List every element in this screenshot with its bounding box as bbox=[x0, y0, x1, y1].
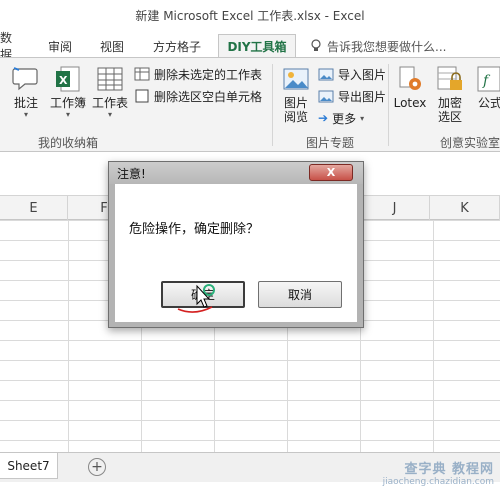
window-title: 新建 Microsoft Excel 工作表.xlsx - Excel bbox=[135, 8, 365, 23]
import-picture-button[interactable]: 导入图片 bbox=[318, 64, 386, 84]
import-picture-icon bbox=[318, 68, 334, 81]
lightbulb-icon bbox=[311, 39, 321, 51]
formula-label: 公式 bbox=[477, 96, 500, 110]
group-label-my-box: 我的收纳箱 bbox=[38, 136, 99, 150]
plus-icon: + bbox=[91, 459, 103, 475]
close-icon: X bbox=[326, 166, 336, 179]
group-label-picture: 图片专题 bbox=[306, 136, 355, 150]
encrypt-selection-label: 加密选区 bbox=[437, 96, 462, 124]
column-header-e[interactable]: E bbox=[0, 196, 68, 220]
tab-diy-toolbox[interactable]: DIY工具箱 bbox=[218, 34, 296, 58]
export-picture-label: 导出图片 bbox=[338, 89, 387, 104]
formula-icon: f bbox=[477, 66, 500, 92]
lock-icon bbox=[437, 66, 462, 90]
worksheet-label: 工作表 bbox=[91, 96, 128, 110]
cancel-button-label: 取消 bbox=[287, 288, 312, 302]
delete-blank-cells-label: 删除选区空白单元格 bbox=[154, 89, 263, 104]
dialog-close-button[interactable]: X bbox=[309, 164, 353, 181]
column-header-j[interactable]: J bbox=[360, 196, 430, 220]
delete-sheets-icon bbox=[134, 67, 150, 81]
tab-data[interactable]: 数据 bbox=[0, 31, 22, 62]
group-label-lab: 创意实验室 bbox=[440, 136, 500, 150]
cancel-button[interactable]: 取消 bbox=[258, 281, 342, 308]
arrow-right-icon: ➔ bbox=[318, 111, 329, 125]
gear-icon bbox=[399, 66, 421, 90]
confirm-dialog: 注意! X 危险操作，确定删除？ 确定 取消 bbox=[108, 161, 364, 328]
tab-fangfang[interactable]: 方方格子 bbox=[146, 34, 208, 58]
comment-button[interactable]: 批注 ▾ bbox=[8, 64, 44, 120]
comment-icon bbox=[12, 67, 38, 91]
delete-unselected-sheets-button[interactable]: 删除未选定的工作表 bbox=[134, 64, 262, 84]
dialog-message: 危险操作，确定删除？ bbox=[129, 222, 260, 237]
chevron-down-icon: ▾ bbox=[65, 110, 70, 119]
svg-text:X: X bbox=[59, 74, 68, 87]
tell-me-box[interactable]: 告诉我您想要做什么... bbox=[310, 34, 446, 58]
more-label: 更多 bbox=[332, 111, 357, 126]
comment-label: 批注 bbox=[13, 96, 38, 110]
encrypt-selection-button[interactable]: 加密选区 bbox=[432, 64, 468, 124]
group-separator bbox=[272, 64, 273, 146]
workbook-button[interactable]: X 工作簿 ▾ bbox=[48, 64, 88, 120]
excel-workbook-icon: X bbox=[56, 66, 80, 92]
watermark: 查字典 教程网 jiaocheng.chazidian.com bbox=[383, 458, 494, 487]
delete-unselected-sheets-label: 删除未选定的工作表 bbox=[154, 67, 263, 82]
ribbon: 批注 ▾ X 工作簿 ▾ 工作表 ▾ 删除未选定的工作表 删除选区空白单元格 我… bbox=[0, 57, 500, 152]
formula-button[interactable]: f 公式 bbox=[472, 64, 500, 110]
delete-blank-cells-button[interactable]: 删除选区空白单元格 bbox=[134, 86, 262, 106]
chevron-down-icon: ▾ bbox=[107, 110, 112, 119]
tab-review[interactable]: 审阅 bbox=[40, 34, 80, 58]
dialog-body: 危险操作，确定删除？ 确定 取消 bbox=[115, 184, 357, 322]
import-picture-label: 导入图片 bbox=[338, 67, 387, 82]
lotex-label: Lotex bbox=[393, 96, 427, 110]
picture-view-label: 图片阅览 bbox=[283, 96, 308, 124]
delete-blank-cells-icon bbox=[135, 89, 149, 103]
picture-view-icon bbox=[283, 68, 309, 90]
picture-view-button[interactable]: 图片阅览 bbox=[278, 64, 314, 124]
chevron-down-icon: ▾ bbox=[360, 113, 365, 123]
red-underline-annotation bbox=[177, 306, 213, 313]
watermark-line1: 查字典 教程网 bbox=[404, 462, 494, 477]
title-bar: 新建 Microsoft Excel 工作表.xlsx - Excel bbox=[0, 0, 500, 30]
export-picture-icon bbox=[318, 90, 334, 103]
workbook-label: 工作簿 bbox=[49, 96, 86, 110]
sheet-tab[interactable]: Sheet7 bbox=[0, 453, 58, 479]
dialog-title: 注意! bbox=[117, 166, 146, 181]
group-separator bbox=[388, 64, 389, 146]
tell-me-placeholder: 告诉我您想要做什么... bbox=[327, 39, 447, 54]
column-header-k[interactable]: K bbox=[430, 196, 500, 220]
add-sheet-button[interactable]: + bbox=[88, 458, 106, 476]
watermark-line2: jiaocheng.chazidian.com bbox=[382, 477, 494, 487]
tab-view[interactable]: 视图 bbox=[92, 34, 132, 58]
worksheet-icon bbox=[97, 67, 123, 91]
export-picture-button[interactable]: 导出图片 bbox=[318, 86, 386, 106]
worksheet-button[interactable]: 工作表 ▾ bbox=[90, 64, 130, 120]
lotex-button[interactable]: Lotex bbox=[392, 64, 428, 110]
chevron-down-icon: ▾ bbox=[23, 110, 28, 119]
ribbon-tabs: 数据 审阅 视图 方方格子 DIY工具箱 告诉我您想要做什么... bbox=[0, 30, 500, 62]
more-button[interactable]: ➔ 更多 ▾ bbox=[318, 108, 364, 128]
